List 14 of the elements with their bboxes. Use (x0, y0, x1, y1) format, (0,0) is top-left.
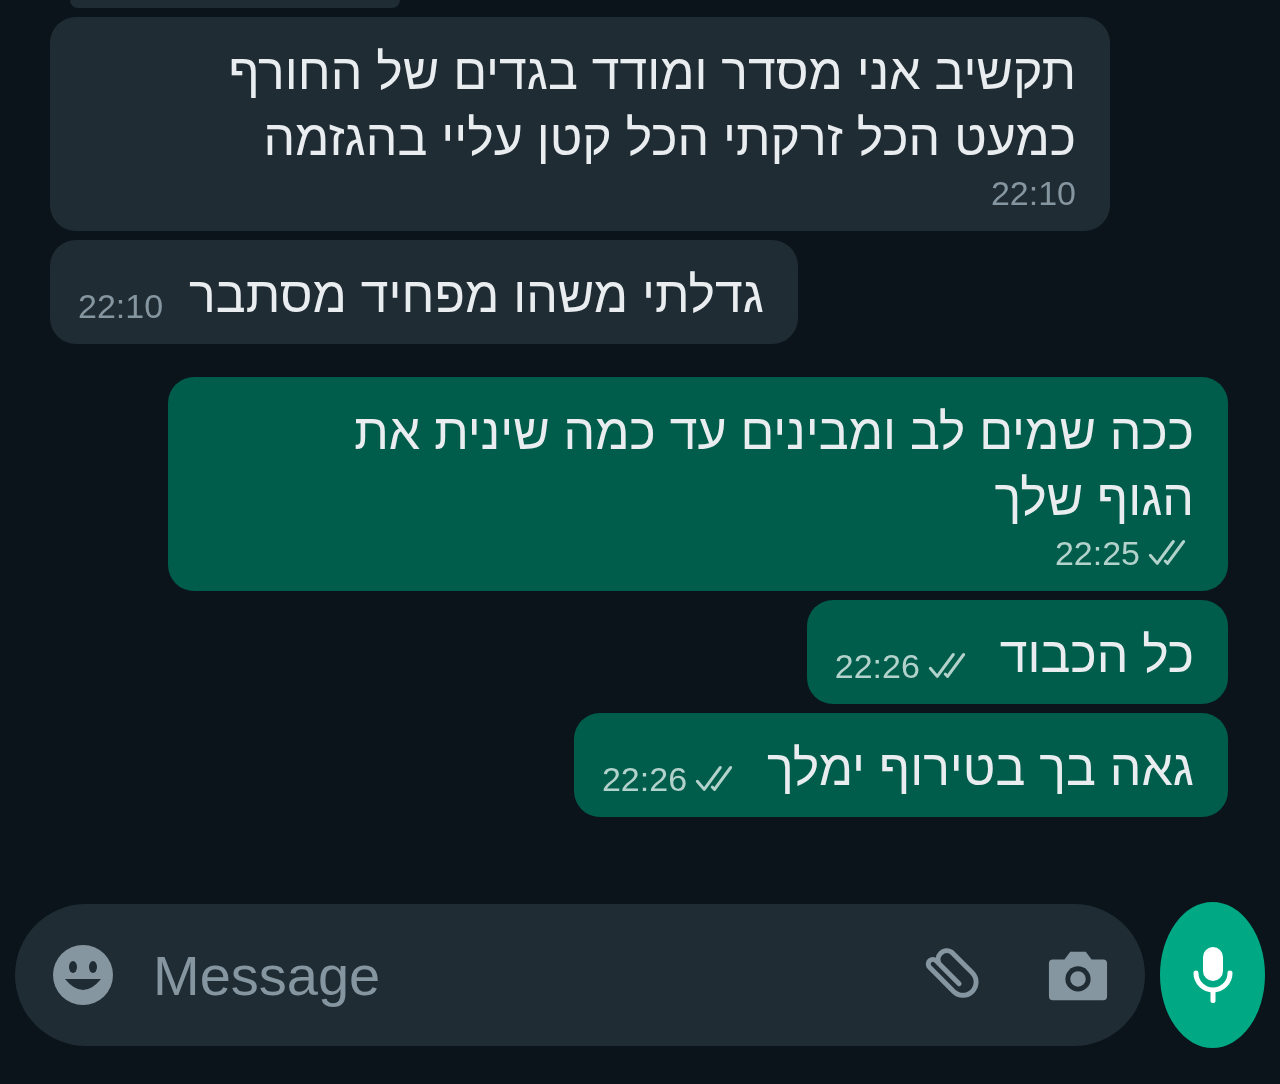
message-text: גאה בך בטירוף ימלך (767, 739, 1194, 798)
message-time: 22:26 (834, 646, 920, 687)
message-time: 22:10 (78, 286, 164, 327)
message-time: 22:26 (601, 759, 688, 800)
message-text: כל הכבוד (999, 626, 1194, 685)
microphone-icon (1192, 945, 1233, 1005)
message-bar[interactable]: Message (15, 904, 1145, 1046)
message-time: 22:25 (1054, 533, 1140, 574)
message-time: 22:10 (990, 173, 1076, 214)
message-text: תקשיב אני מסדר ומודד בגדים של החורף כמעט הכל זרקתי הכל קטן עליי בהגזמה (227, 43, 1076, 168)
message-input-field[interactable]: Message (151, 941, 875, 1009)
smiley-icon[interactable] (51, 943, 115, 1007)
message-text: גדלתי משהו מפחיד מסתבר (189, 266, 764, 325)
message-text: ככה שמים לב ומבינים עד כמה שינית את הגוף שלך (353, 403, 1194, 528)
